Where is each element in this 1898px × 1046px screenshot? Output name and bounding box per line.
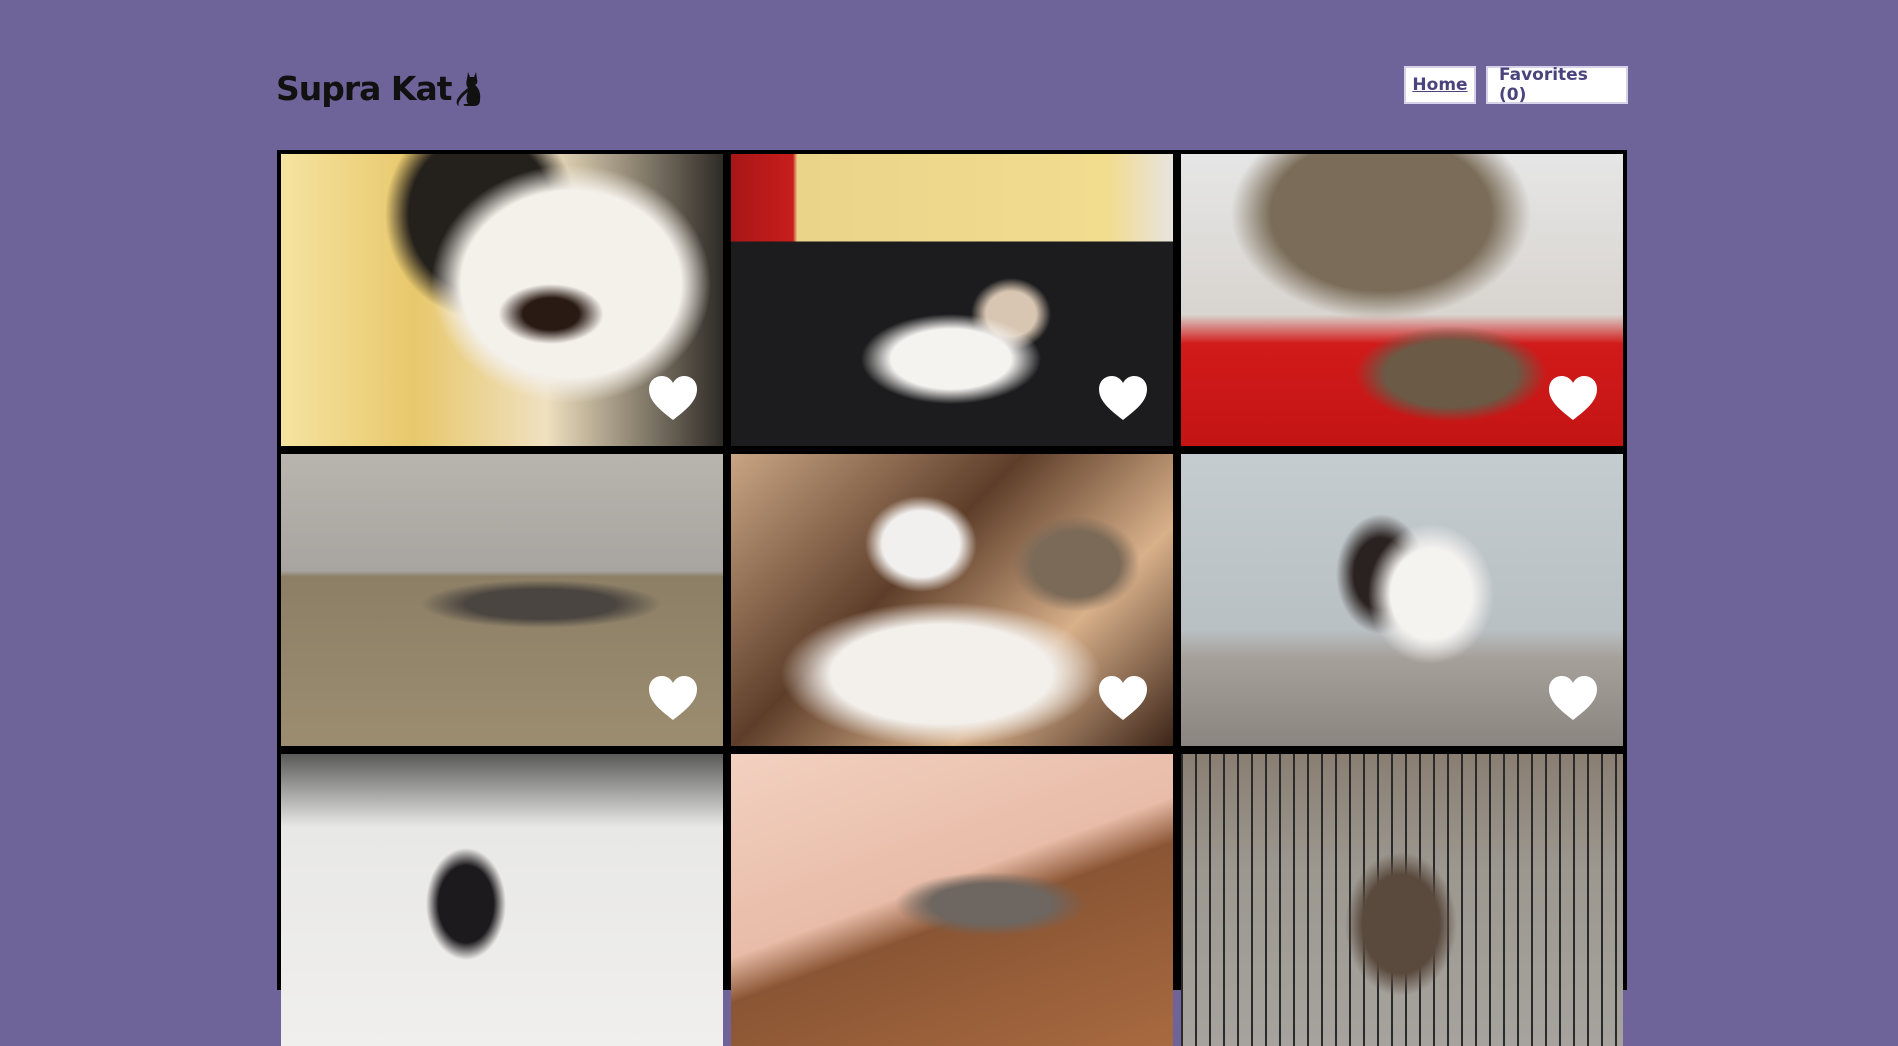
cat-photo-card[interactable] xyxy=(281,454,723,746)
cat-photo-card[interactable] xyxy=(281,754,723,1046)
cat-photo xyxy=(1181,754,1623,1046)
cat-photo-card[interactable] xyxy=(731,754,1173,1046)
cat-photo-card[interactable] xyxy=(1181,454,1623,746)
logo-text: Supra Kat xyxy=(276,68,453,108)
heart-icon[interactable] xyxy=(1097,374,1149,422)
site-logo[interactable]: Supra Kat xyxy=(276,66,484,110)
cat-photo-card[interactable] xyxy=(281,154,723,446)
site-header: Supra Kat Home Favorites (0) xyxy=(276,65,1628,110)
favorites-link[interactable]: Favorites (0) xyxy=(1486,65,1628,105)
heart-icon[interactable] xyxy=(647,374,699,422)
cat-photo-card[interactable] xyxy=(1181,754,1623,1046)
cat-gallery xyxy=(277,150,1627,1046)
cat-photo-card[interactable] xyxy=(731,454,1173,746)
cat-silhouette-icon xyxy=(456,72,480,106)
heart-icon[interactable] xyxy=(1547,674,1599,722)
cat-photo xyxy=(281,754,723,1046)
cat-photo-card[interactable] xyxy=(731,154,1173,446)
cat-photo-card[interactable] xyxy=(1181,154,1623,446)
heart-icon[interactable] xyxy=(647,674,699,722)
cat-photo xyxy=(731,754,1173,1046)
main-nav: Home Favorites (0) xyxy=(1404,65,1628,106)
heart-icon[interactable] xyxy=(1547,374,1599,422)
heart-icon[interactable] xyxy=(1097,674,1149,722)
home-link[interactable]: Home xyxy=(1404,66,1476,104)
